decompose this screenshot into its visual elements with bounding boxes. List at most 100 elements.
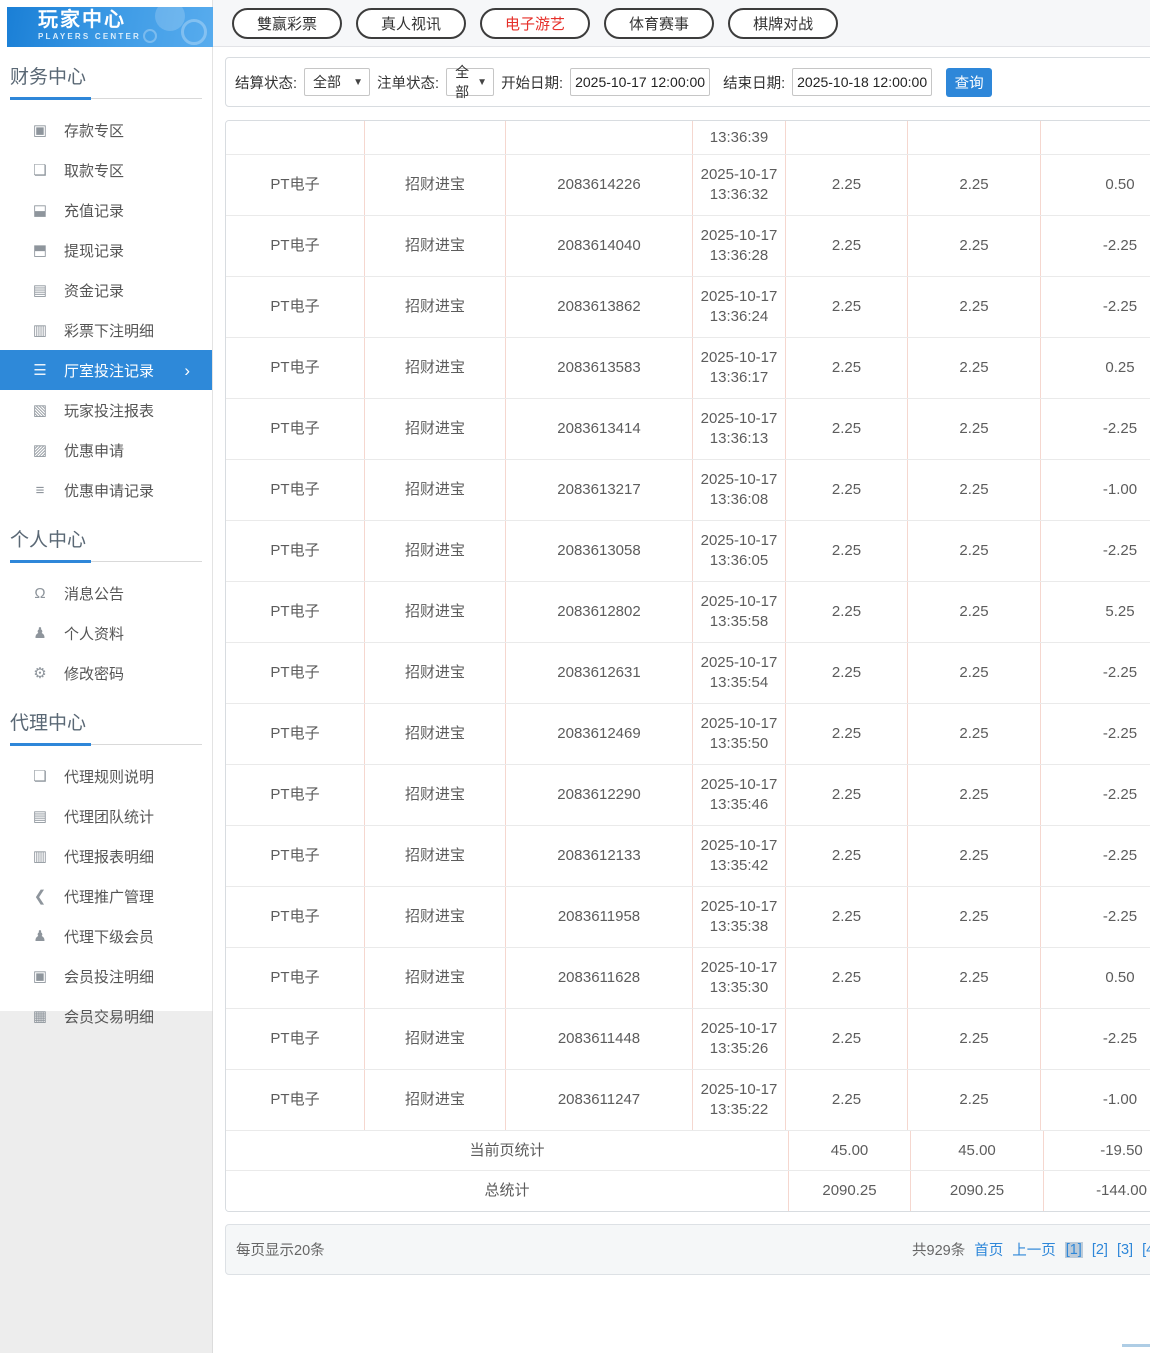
recharge-record-icon: ⬓ (32, 202, 48, 219)
cell-time: 2025-10-17 13:35:46 (693, 765, 786, 825)
sidebar-item-个人资料[interactable]: ♟ 个人资料 (0, 613, 212, 653)
sidebar-item-玩家投注报表[interactable]: ▧ 玩家投注报表 (0, 390, 212, 430)
page-number-link[interactable]: [2] (1092, 1242, 1108, 1258)
sidebar-item-存款专区[interactable]: ▣ 存款专区 (0, 110, 212, 150)
floating-widget-edge (1122, 1344, 1150, 1347)
cell-hall: PT电子 (226, 826, 365, 886)
page-number-list: [1][2][3][4][5]...[47] (1064, 1241, 1150, 1258)
content-area: 结算状态: 全部 ▼ 注单状态: 全部 ▼ 开始日期: 结束日期: 查询 13:… (213, 47, 1150, 1275)
cell-empty (226, 121, 365, 154)
cell-win_loss: 0.50 (1105, 176, 1135, 193)
sidebar-item-优惠申请[interactable]: ▨ 优惠申请 (0, 430, 212, 470)
cell-game: 招财进宝 (365, 582, 506, 642)
cell-win_loss: -2.25 (1102, 298, 1138, 315)
app-logo: 玩家中心 PLAYERS CENTER (7, 7, 213, 47)
summary-label: 当前页统计 (226, 1131, 789, 1170)
first-page-link[interactable]: 首页 (974, 1239, 1003, 1260)
end-date-input[interactable] (792, 68, 933, 96)
sidebar-item-代理推广管理[interactable]: ❮ 代理推广管理 (0, 876, 212, 916)
nav-tab-雙赢彩票[interactable]: 雙赢彩票 (232, 7, 343, 39)
sidebar: 玩家中心 PLAYERS CENTER 财务中心 ▣ 存款专区 ❏ 取款专区 ⬓ 充值记录 ⬒… (0, 0, 213, 1026)
sidebar-item-彩票下注明细[interactable]: ▥ 彩票下注明细 (0, 310, 212, 350)
cell-order: 2083612290 (506, 765, 693, 825)
table-row: PT电子 招财进宝 2083612631 2025-10-17 13:35:54 2.2… (226, 643, 1150, 704)
sidebar-empty-area (0, 1011, 213, 1353)
sidebar-item-取款专区[interactable]: ❏ 取款专区 (0, 150, 212, 190)
sidebar-item-充值记录[interactable]: ⬓ 充值记录 (0, 190, 212, 230)
cell-bet: 2.25 (786, 765, 908, 825)
sidebar-item-label: 玩家投注报表 (64, 402, 155, 420)
sidebar-item-厅室投注记录[interactable]: ☰ 厅室投注记录 › (0, 350, 212, 390)
sidebar-item-会员交易明细[interactable]: ▦ 会员交易明细 (0, 996, 212, 1036)
main-area: 雙赢彩票 真人视讯 电子游艺 体育赛事 棋牌对战 结算状态: 全部 ▼ 注单状态: 全部… (213, 0, 1150, 1353)
cell-win_loss: 0.25 (1105, 359, 1135, 376)
promo-apply-icon: ▨ (32, 442, 48, 459)
order-status-select[interactable]: 全部 ▼ (446, 64, 495, 100)
cell-hall: PT电子 (226, 1009, 365, 1069)
sidebar-item-label: 提现记录 (64, 242, 125, 260)
cell-order: 2083613217 (506, 460, 693, 520)
nav-tab-棋牌对战[interactable]: 棋牌对战 (728, 7, 839, 39)
table-row: PT电子 招财进宝 2083612290 2025-10-17 13:35:46 2.2… (226, 765, 1150, 826)
sidebar-item-资金记录[interactable]: ▤ 资金记录 (0, 270, 212, 310)
sidebar-item-代理报表明细[interactable]: ▥ 代理报表明细 (0, 836, 212, 876)
page-number-link[interactable]: [3] (1117, 1242, 1133, 1258)
sidebar-item-代理规则说明[interactable]: ❏ 代理规则说明 (0, 756, 212, 796)
sidebar-item-消息公告[interactable]: Ω 消息公告 (0, 573, 212, 613)
cell-valid: 2.25 (908, 704, 1041, 764)
cell-win_loss: -2.25 (1102, 542, 1138, 559)
cell-order: 2083614226 (506, 155, 693, 215)
cell-empty (786, 121, 908, 154)
cell-win_loss: 5.25 (1105, 603, 1135, 620)
funds-record-icon: ▤ (32, 282, 48, 299)
prev-page-link[interactable]: 上一页 (1012, 1239, 1056, 1260)
sidebar-item-优惠申请记录[interactable]: ≡ 优惠申请记录 (0, 470, 212, 510)
cell-bet: 2.25 (786, 948, 908, 1008)
chevron-down-icon: ▼ (477, 76, 488, 88)
settle-status-select[interactable]: 全部 ▼ (304, 68, 371, 96)
sidebar-item-代理下级会员[interactable]: ♟ 代理下级会员 (0, 916, 212, 956)
cell-time: 2025-10-17 13:36:24 (693, 277, 786, 337)
summary-win-loss: -19.50 (1100, 1141, 1143, 1159)
nav-tab-体育赛事[interactable]: 体育赛事 (604, 7, 715, 39)
cell-order: 2083611448 (506, 1009, 693, 1069)
search-button[interactable]: 查询 (946, 67, 993, 97)
cell-empty (1041, 121, 1150, 154)
cell-time: 2025-10-17 13:35:30 (693, 948, 786, 1008)
page-number-link[interactable]: [4] (1142, 1242, 1150, 1258)
nav-tab-电子游艺[interactable]: 电子游艺 (480, 7, 591, 39)
cell-order: 2083612631 (506, 643, 693, 703)
cell-game: 招财进宝 (365, 399, 506, 459)
cell-hall: PT电子 (226, 704, 365, 764)
filter-bar: 结算状态: 全部 ▼ 注单状态: 全部 ▼ 开始日期: 结束日期: 查询 (225, 57, 1150, 107)
cell-win_loss: 0.50 (1105, 969, 1135, 986)
start-date-input[interactable] (570, 68, 711, 96)
cell-win_loss: -2.25 (1102, 847, 1138, 864)
cashout-record-icon: ⬒ (32, 242, 48, 259)
table-row-partial: 13:36:39 (226, 121, 1150, 155)
cell-game: 招财进宝 (365, 460, 506, 520)
cell-time: 2025-10-17 13:35:58 (693, 582, 786, 642)
sidebar-item-会员投注明细[interactable]: ▣ 会员投注明细 (0, 956, 212, 996)
cell-game: 招财进宝 (365, 948, 506, 1008)
table-row: PT电子 招财进宝 2083611448 2025-10-17 13:35:26 2.2… (226, 1009, 1150, 1070)
summary-label: 总统计 (226, 1171, 789, 1211)
sidebar-item-修改密码[interactable]: ⚙ 修改密码 (0, 653, 212, 693)
sidebar-item-label: 优惠申请记录 (64, 482, 155, 500)
sidebar-item-提现记录[interactable]: ⬒ 提现记录 (0, 230, 212, 270)
cell-time: 2025-10-17 13:35:50 (693, 704, 786, 764)
sidebar-item-label: 厅室投注记录 (64, 362, 155, 380)
cell-hall: PT电子 (226, 521, 365, 581)
cell-game: 招财进宝 (365, 1009, 506, 1069)
page-number-link[interactable]: [1] (1064, 1241, 1083, 1258)
cell-bet: 2.25 (786, 887, 908, 947)
cell-valid: 2.25 (908, 582, 1041, 642)
cell-bet: 2.25 (786, 338, 908, 398)
sidebar-item-代理团队统计[interactable]: ▤ 代理团队统计 (0, 796, 212, 836)
summary-win-loss: -144.00 (1096, 1182, 1147, 1199)
cell-order: 2083613058 (506, 521, 693, 581)
cell-bet: 2.25 (786, 704, 908, 764)
cell-valid: 2.25 (908, 155, 1041, 215)
cell-hall: PT电子 (226, 948, 365, 1008)
nav-tab-真人视讯[interactable]: 真人视讯 (356, 7, 467, 39)
